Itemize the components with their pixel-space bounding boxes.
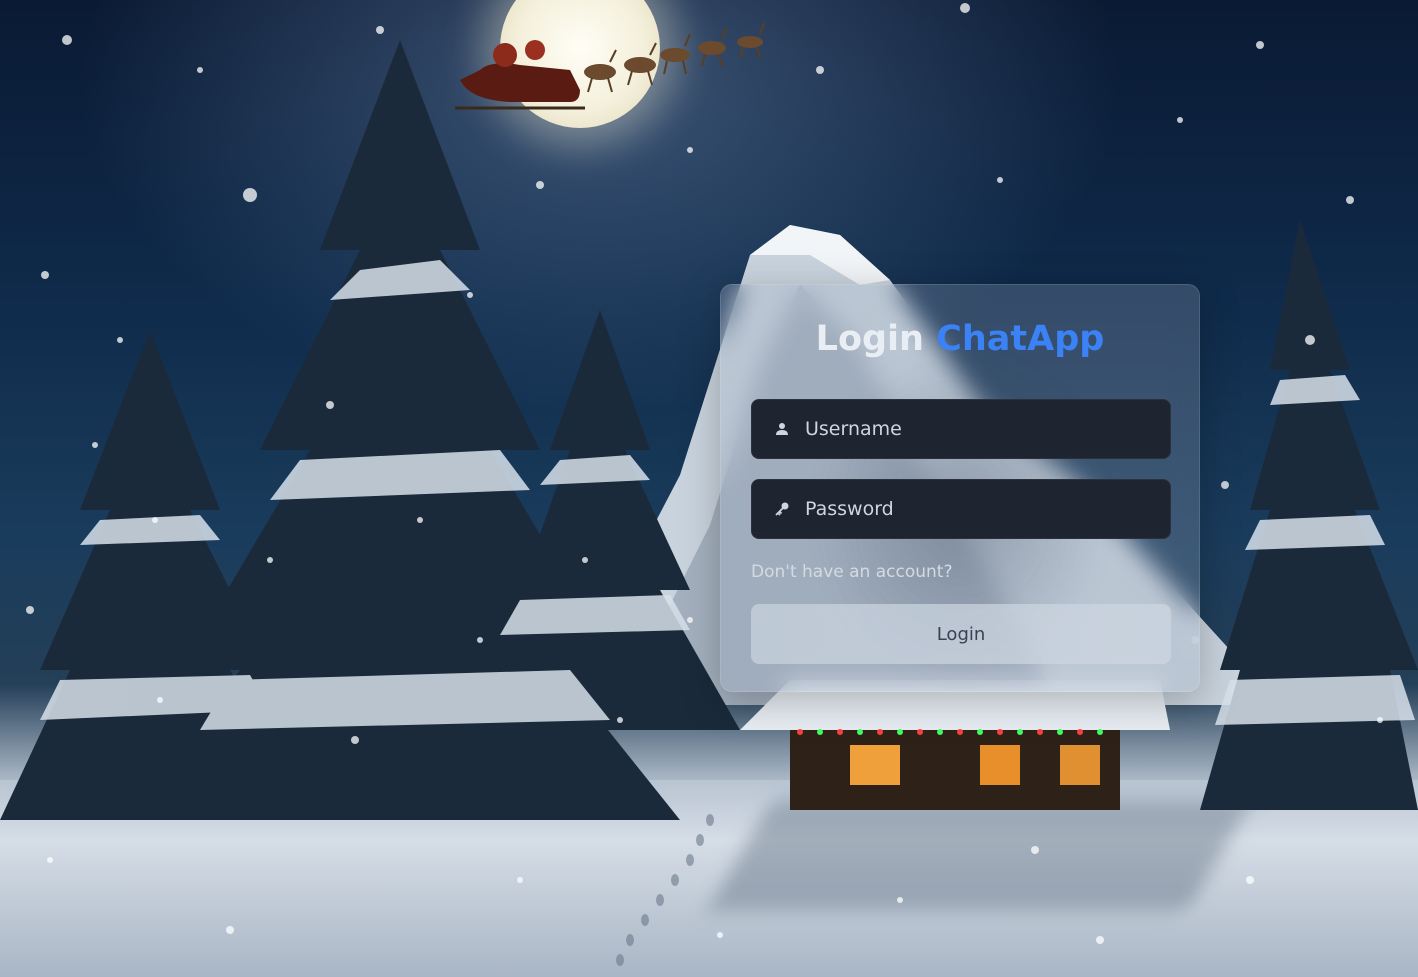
- key-icon: [774, 501, 790, 517]
- background-scene: Login ChatApp Don't have an account?: [0, 0, 1418, 977]
- page-title: Login ChatApp: [721, 315, 1199, 363]
- footprints-in-snow: [616, 814, 714, 966]
- brand-name: ChatApp: [936, 319, 1105, 359]
- password-field[interactable]: [751, 479, 1171, 539]
- pine-trees-left: [0, 40, 740, 820]
- user-icon: [774, 421, 790, 437]
- signup-link[interactable]: Don't have an account?: [751, 562, 952, 582]
- login-card: Login ChatApp Don't have an account?: [720, 284, 1200, 692]
- username-input[interactable]: [803, 417, 1167, 441]
- title-prefix: Login: [815, 319, 924, 359]
- login-button[interactable]: Login: [751, 604, 1171, 664]
- username-field[interactable]: [751, 399, 1171, 459]
- ground-shadow: [708, 800, 1252, 910]
- pine-trees-right: [1200, 220, 1418, 810]
- password-input[interactable]: [803, 497, 1167, 521]
